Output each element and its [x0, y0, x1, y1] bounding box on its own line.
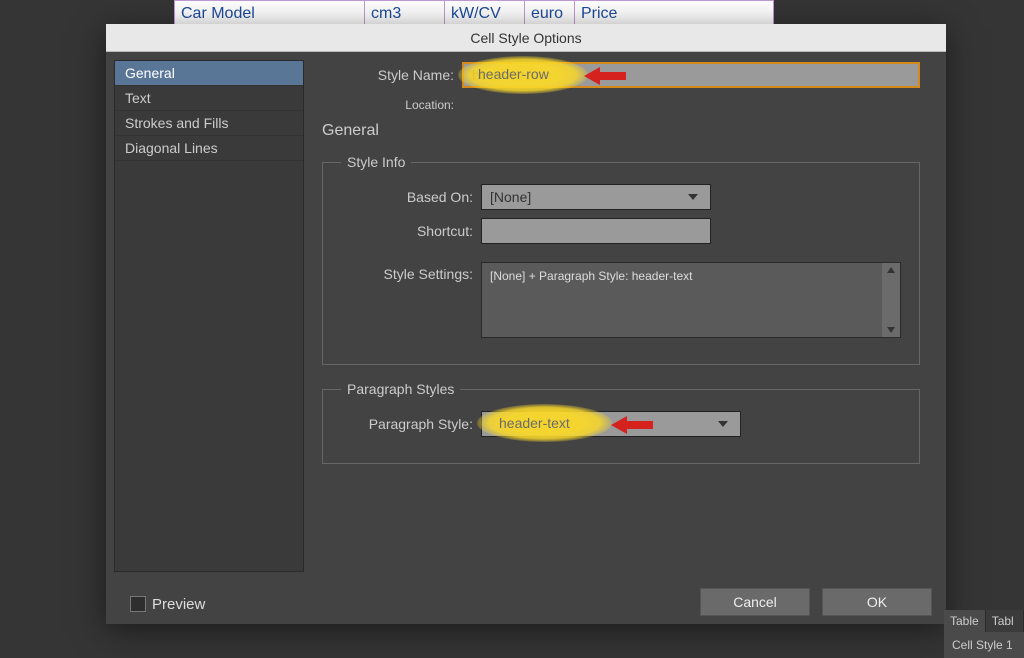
style-settings-scrollbar[interactable] [882, 263, 900, 337]
sidebar-item-diagonal-lines[interactable]: Diagonal Lines [115, 136, 303, 161]
chevron-down-icon [682, 185, 704, 209]
paragraph-style-label: Paragraph Style: [341, 416, 481, 432]
sidebar-item-label: Text [125, 90, 151, 106]
preview-label: Preview [152, 596, 205, 613]
based-on-value: [None] [490, 189, 531, 205]
scroll-up-icon [886, 265, 896, 275]
sidebar-item-general[interactable]: General [115, 61, 303, 86]
sidebar-item-label: Strokes and Fills [125, 115, 228, 131]
dialog-footer: Preview Cancel OK [106, 580, 946, 624]
button-label: OK [867, 594, 887, 610]
shortcut-input[interactable] [481, 218, 711, 244]
style-name-input[interactable] [462, 62, 920, 88]
sidebar-item-label: General [125, 65, 175, 81]
panel-tab-table2[interactable]: Tabl [986, 610, 1024, 632]
panel-row-label: Cell Style 1 [952, 638, 1013, 652]
paragraph-styles-group: Paragraph Styles Paragraph Style: header… [322, 381, 920, 464]
dialog-sidebar: General Text Strokes and Fills Diagonal … [106, 52, 312, 580]
button-label: Cancel [733, 594, 777, 610]
paragraph-styles-legend: Paragraph Styles [341, 381, 460, 397]
table-styles-panel: Table Tabl Cell Style 1 [944, 610, 1024, 658]
sidebar-item-label: Diagonal Lines [125, 140, 218, 156]
shortcut-label: Shortcut: [341, 223, 481, 239]
dialog-main-panel: Style Name: header-row Location: General… [312, 52, 946, 580]
style-settings-value: [None] + Paragraph Style: header-text [490, 269, 692, 283]
style-settings-label: Style Settings: [341, 262, 481, 282]
panel-row[interactable]: Cell Style 1 [944, 632, 1024, 658]
based-on-label: Based On: [341, 189, 481, 205]
ok-button[interactable]: OK [822, 588, 932, 616]
based-on-select[interactable]: [None] [481, 184, 711, 210]
dialog-titlebar: Cell Style Options [106, 24, 946, 52]
sidebar-category-list[interactable]: General Text Strokes and Fills Diagonal … [114, 60, 304, 572]
cell-style-options-dialog: Cell Style Options General Text Strokes … [106, 24, 946, 624]
cancel-button[interactable]: Cancel [700, 588, 810, 616]
tab-label: Table [950, 614, 979, 628]
tab-label: Tabl [992, 614, 1014, 628]
panel-tab-table[interactable]: Table [944, 610, 986, 632]
chevron-down-icon [712, 412, 734, 436]
scroll-down-icon [886, 325, 896, 335]
section-title-general: General [322, 122, 920, 140]
style-info-group: Style Info Based On: [None] Shortcut: [322, 154, 920, 365]
style-settings-display: [None] + Paragraph Style: header-text [481, 262, 901, 338]
paragraph-style-select[interactable]: header-text [481, 411, 741, 437]
sidebar-item-text[interactable]: Text [115, 86, 303, 111]
dialog-title: Cell Style Options [470, 30, 581, 46]
location-label: Location: [322, 98, 462, 112]
sidebar-item-strokes-fills[interactable]: Strokes and Fills [115, 111, 303, 136]
style-info-legend: Style Info [341, 154, 411, 170]
preview-checkbox[interactable] [130, 596, 146, 612]
style-name-label: Style Name: [322, 67, 462, 83]
